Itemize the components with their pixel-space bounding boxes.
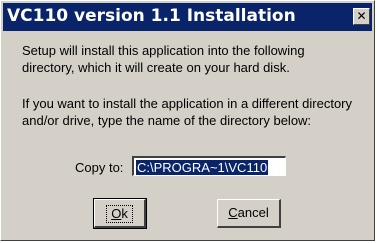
close-button[interactable]: ✕ — [353, 8, 370, 25]
directory-instructions: If you want to install the application i… — [22, 96, 353, 128]
copy-to-value: C:\PROGRA~1\VC110 — [136, 160, 269, 175]
ok-label-rest: k — [121, 206, 128, 221]
ok-button-label: Ok — [106, 205, 133, 223]
copy-to-label: Copy to: — [75, 160, 124, 175]
cancel-button-label: Cancel — [228, 205, 268, 220]
ok-mnemonic: O — [111, 206, 122, 221]
install-message: Setup will install this application into… — [22, 43, 305, 75]
cancel-label-rest: ancel — [237, 205, 269, 220]
installation-dialog: VC110 version 1.1 Installation ✕ Setup w… — [0, 0, 375, 241]
copy-to-input[interactable]: C:\PROGRA~1\VC110 — [132, 156, 286, 176]
cancel-button[interactable]: Cancel — [217, 199, 281, 228]
ok-button[interactable]: Ok — [93, 198, 147, 229]
cancel-mnemonic: C — [228, 205, 238, 220]
close-icon: ✕ — [356, 9, 367, 23]
window-title: VC110 version 1.1 Installation — [7, 6, 296, 26]
title-bar[interactable]: VC110 version 1.1 Installation ✕ — [3, 3, 372, 31]
